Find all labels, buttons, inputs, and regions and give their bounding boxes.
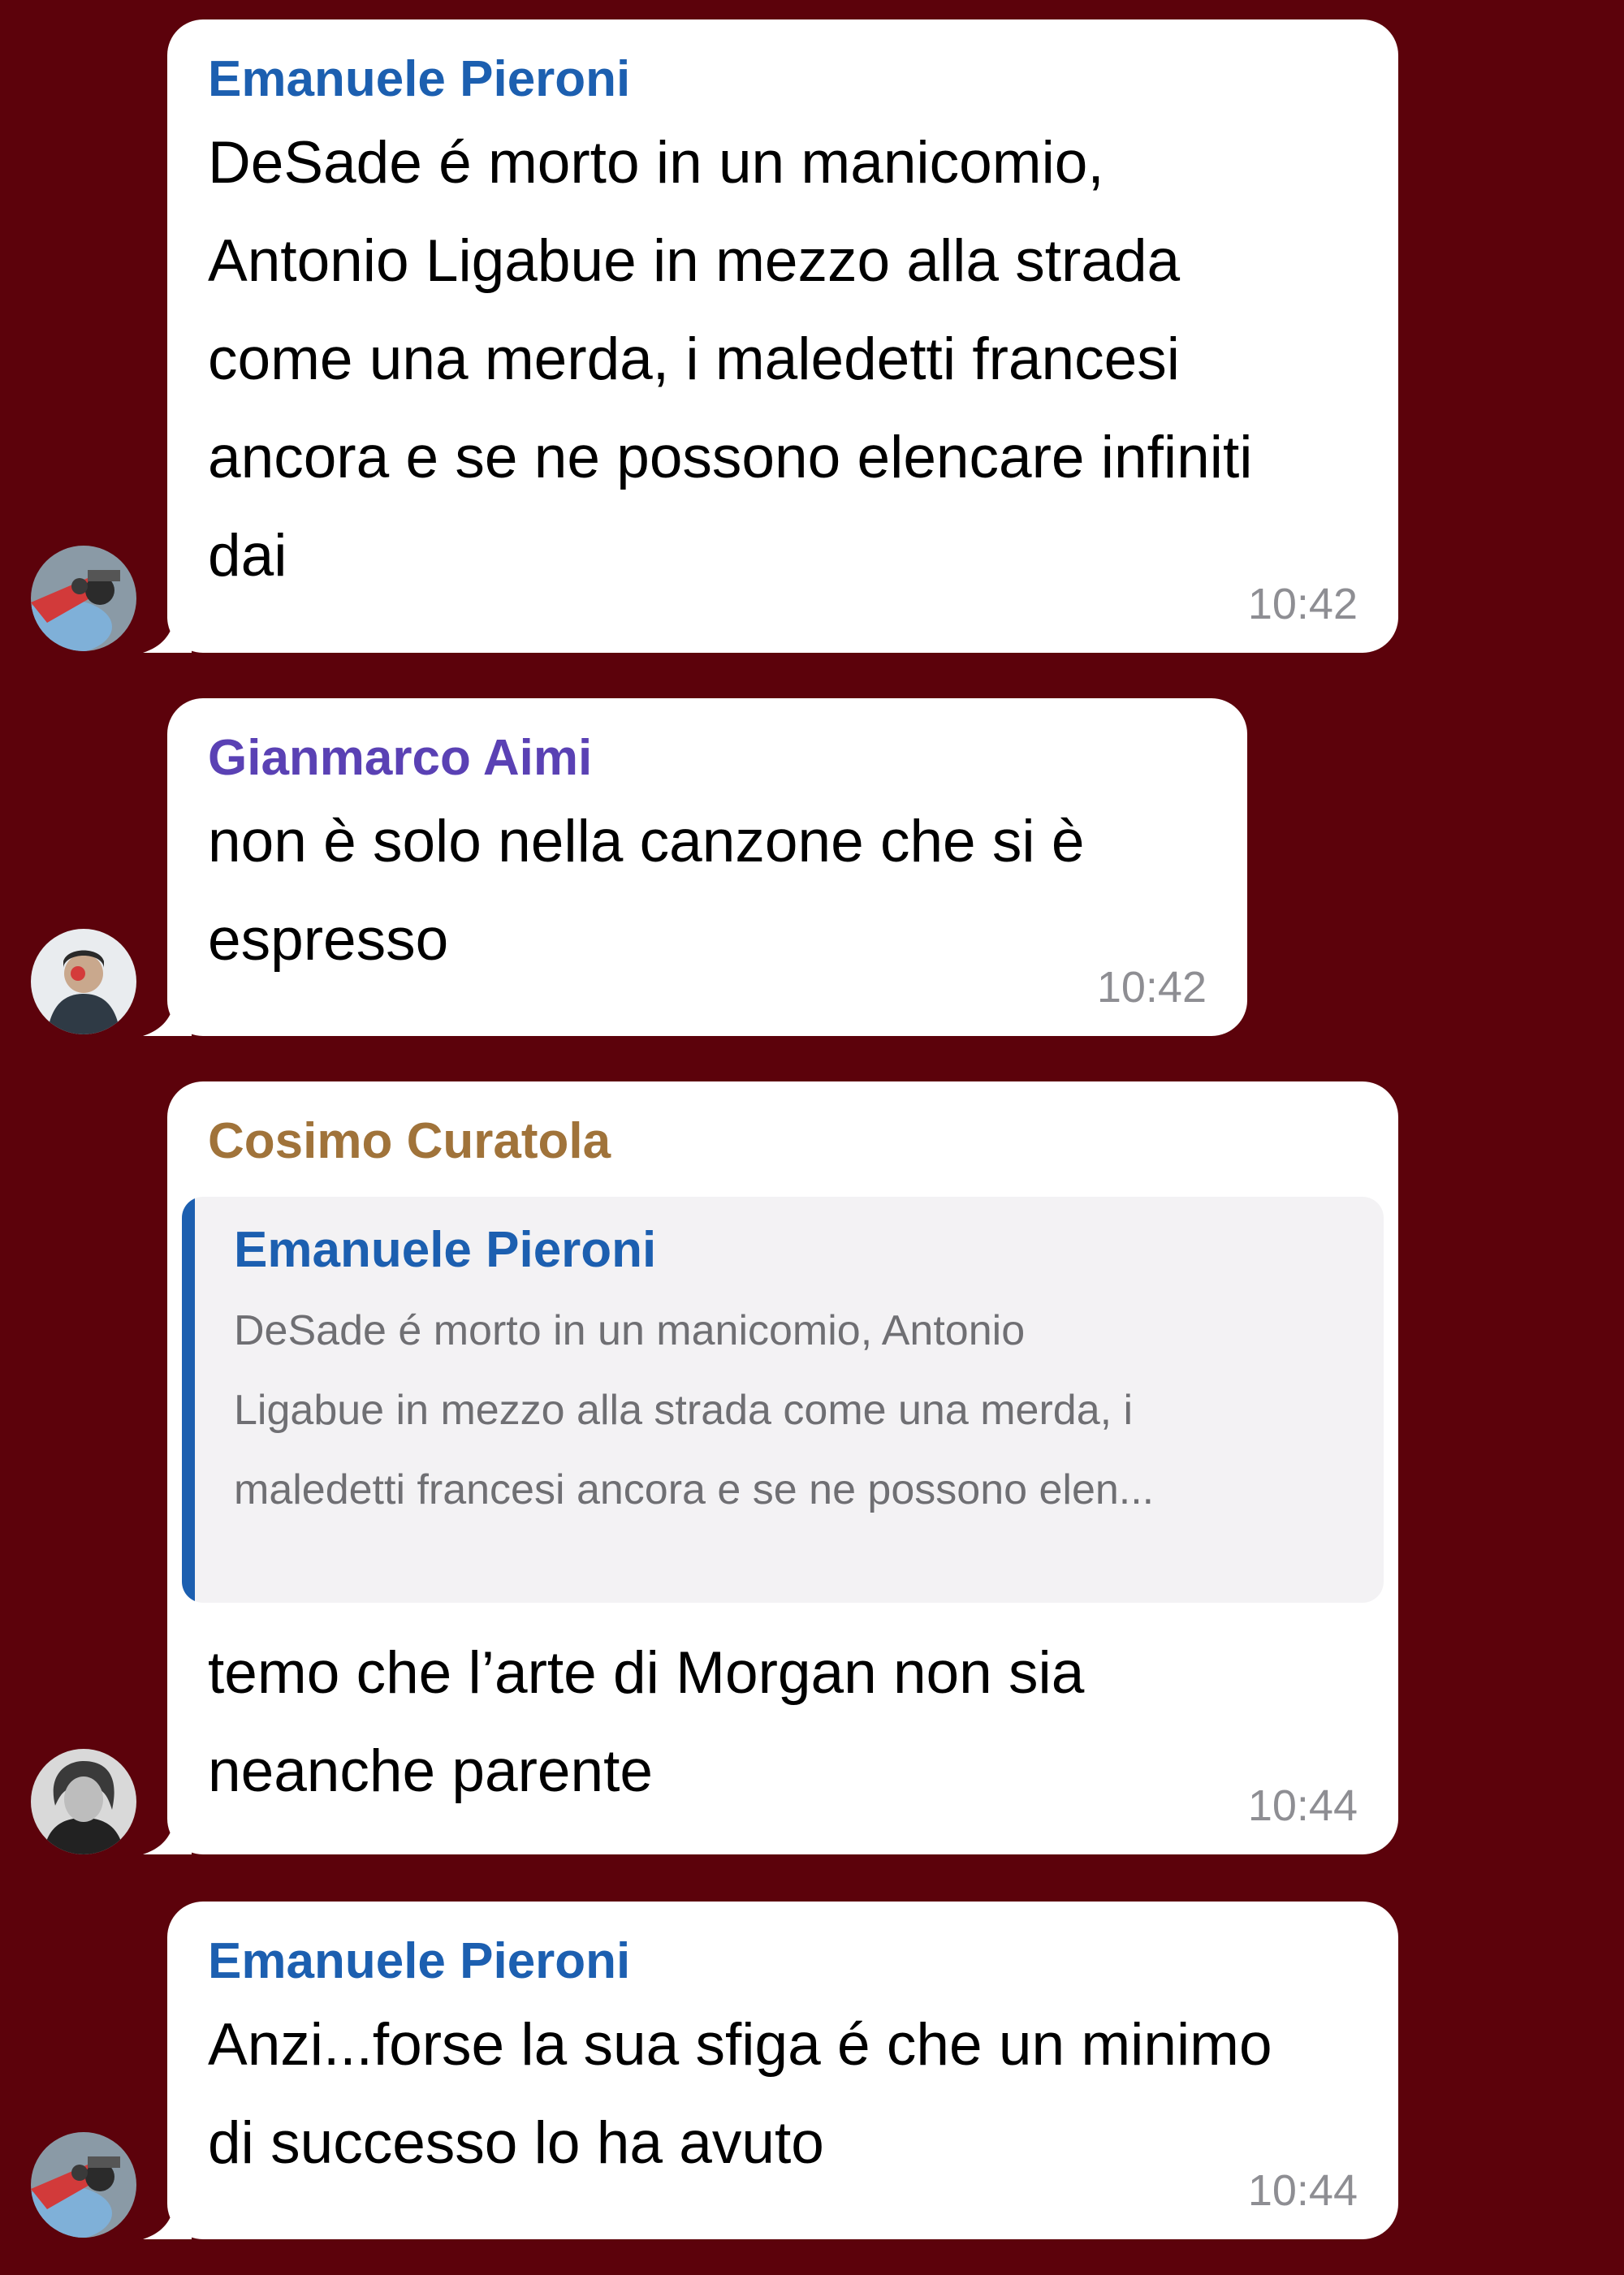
text-line: temo che l’arte di Morgan non sia bbox=[208, 1640, 1085, 1706]
message-text: non è solo nella canzone che si è espres… bbox=[208, 792, 1207, 989]
text-line: Anzi...forse la sua sfiga é che un minim… bbox=[208, 2012, 1272, 2078]
text-line: Antonio Ligabue in mezzo alla strada bbox=[208, 228, 1181, 294]
quote-line: Ligabue in mezzo alla strada come una me… bbox=[234, 1387, 1134, 1434]
message: Emanuele Pieroni DeSade é morto in un ma… bbox=[0, 19, 1624, 653]
quote-line: DeSade é morto in un manicomio, Antonio bbox=[234, 1307, 1026, 1354]
message-text: Anzi...forse la sua sfiga é che un minim… bbox=[208, 1996, 1358, 2192]
message-text: temo che l’arte di Morgan non sia neanch… bbox=[208, 1624, 1084, 1820]
quote-line: maledetti francesi ancora e se ne posson… bbox=[234, 1466, 1155, 1513]
bubble-tail bbox=[143, 604, 192, 653]
message-text: DeSade é morto in un manicomio, Antonio … bbox=[208, 114, 1358, 605]
bubble-tail bbox=[143, 987, 192, 1036]
quote-text: DeSade é morto in un manicomio, Antonio … bbox=[234, 1291, 1351, 1530]
bubble-tail bbox=[143, 1806, 192, 1854]
message-time: 10:44 bbox=[1247, 2166, 1358, 2215]
sender-name: Emanuele Pieroni bbox=[208, 1933, 631, 1989]
motorcycle-avatar[interactable] bbox=[31, 546, 136, 651]
portrait-avatar[interactable] bbox=[31, 1749, 136, 1854]
text-line: neanche parente bbox=[208, 1738, 653, 1804]
sender-name: Cosimo Curatola bbox=[208, 1113, 611, 1169]
message-bubble: Gianmarco Aimi non è solo nella canzone … bbox=[167, 698, 1247, 1036]
text-line: non è solo nella canzone che si è bbox=[208, 809, 1085, 874]
reply-quote[interactable]: Emanuele Pieroni DeSade é morto in un ma… bbox=[182, 1197, 1384, 1603]
text-line: DeSade é morto in un manicomio, bbox=[208, 130, 1104, 196]
message-bubble: Emanuele Pieroni DeSade é morto in un ma… bbox=[167, 19, 1398, 653]
text-line: espresso bbox=[208, 907, 449, 973]
person-avatar[interactable] bbox=[31, 929, 136, 1034]
message: Cosimo Curatola Emanuele Pieroni DeSade … bbox=[0, 1081, 1624, 1854]
quote-sender-name: Emanuele Pieroni bbox=[234, 1222, 657, 1278]
text-line: dai bbox=[208, 523, 287, 589]
message: Emanuele Pieroni Anzi...forse la sua sfi… bbox=[0, 1902, 1624, 2239]
message: Gianmarco Aimi non è solo nella canzone … bbox=[0, 698, 1624, 1036]
text-line: di successo lo ha avuto bbox=[208, 2110, 824, 2176]
motorcycle-avatar[interactable] bbox=[31, 2132, 136, 2238]
text-line: ancora e se ne possono elencare infiniti bbox=[208, 425, 1253, 490]
message-bubble: Emanuele Pieroni Anzi...forse la sua sfi… bbox=[167, 1902, 1398, 2239]
sender-name: Emanuele Pieroni bbox=[208, 51, 631, 107]
sender-name: Gianmarco Aimi bbox=[208, 730, 593, 786]
message-time: 10:42 bbox=[1096, 963, 1207, 1012]
message-bubble: Cosimo Curatola Emanuele Pieroni DeSade … bbox=[167, 1081, 1398, 1854]
quote-accent-bar bbox=[182, 1197, 195, 1603]
text-line: come una merda, i maledetti francesi bbox=[208, 326, 1180, 392]
message-time: 10:44 bbox=[1247, 1781, 1358, 1830]
message-time: 10:42 bbox=[1247, 580, 1358, 628]
bubble-tail bbox=[143, 2191, 192, 2239]
